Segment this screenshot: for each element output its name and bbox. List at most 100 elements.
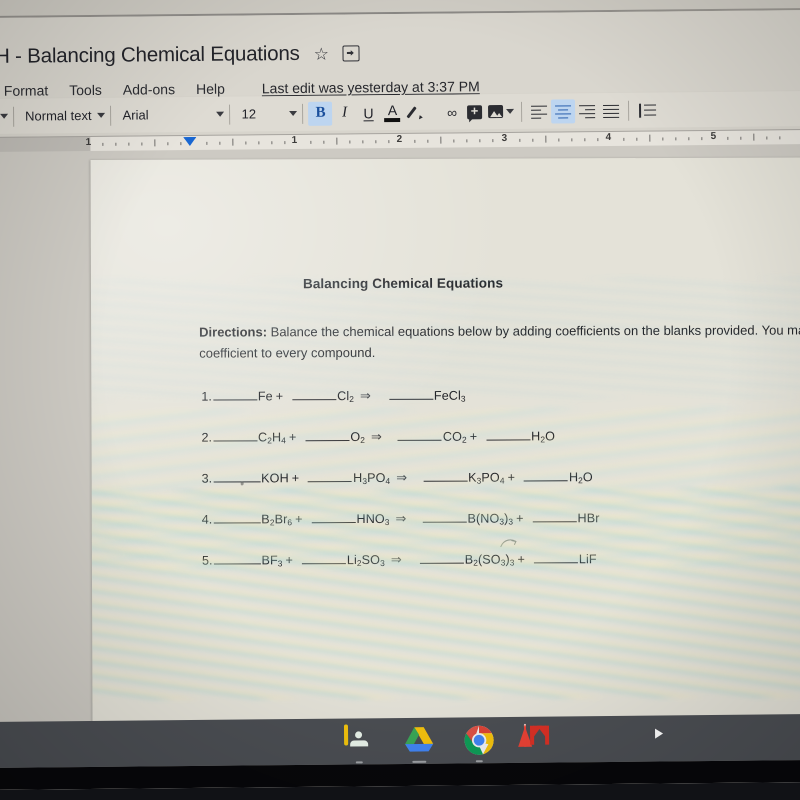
yields-arrow: ⇒ <box>359 387 371 404</box>
formula-HBr: HBr <box>577 511 600 526</box>
menu-item-format[interactable]: Format <box>4 82 48 98</box>
menu-item-help[interactable]: Help <box>196 81 225 97</box>
italic-label: I <box>341 104 348 121</box>
coefficient-blank[interactable] <box>532 509 577 523</box>
font-size-dropdown[interactable]: 12 <box>235 102 298 125</box>
move-to-folder-icon[interactable] <box>342 45 360 62</box>
align-left-icon <box>531 105 548 119</box>
document-page[interactable]: Balancing Chemical Equations Directions:… <box>90 157 800 745</box>
ruler-number: 1 <box>85 136 92 149</box>
directions-text: Balance the chemical equations below by … <box>199 322 800 361</box>
highlighter-pen-icon <box>408 104 424 120</box>
text-color-swatch <box>384 117 401 122</box>
coefficient-blank[interactable] <box>305 428 350 442</box>
coefficient-blank[interactable] <box>423 468 468 482</box>
shelf-item-youtube[interactable] <box>644 723 674 753</box>
equation-row[interactable]: 2. C2H4 + O2 ⇒ CO2 + H2O <box>201 426 800 449</box>
shelf-item-google-docs[interactable] <box>584 724 614 754</box>
screen-photo: AH - Balancing Chemical Equations ☆ Form… <box>0 0 800 800</box>
page-title[interactable]: AH - Balancing Chemical Equations <box>0 42 300 69</box>
equation-number: 2. <box>201 430 213 445</box>
coefficient-blank[interactable] <box>486 427 531 441</box>
coefficient-blank[interactable] <box>311 510 356 524</box>
plus-sign: + <box>295 512 303 527</box>
text-color-letter: A <box>387 101 398 118</box>
yields-arrow: ⇒ <box>395 510 407 526</box>
coefficient-blank[interactable] <box>212 387 257 401</box>
bold-label: B <box>315 104 326 121</box>
ruler-number: 2 <box>396 133 403 146</box>
shelf-item-gmail[interactable] <box>523 723 554 755</box>
formula-H2O: H2O <box>531 429 556 445</box>
coefficient-blank[interactable] <box>397 427 442 441</box>
formula-CO2: CO2 <box>442 429 467 445</box>
coefficient-blank[interactable] <box>388 386 433 400</box>
running-indicator <box>412 760 427 763</box>
paper-speck <box>240 481 244 486</box>
insert-link-button[interactable]: ∞ <box>438 100 462 124</box>
coefficient-blank[interactable] <box>212 428 258 442</box>
formula-Li2SO3: Li2SO3 <box>346 552 385 569</box>
text-color-button[interactable]: A <box>380 100 404 124</box>
shelf-item-google-chrome[interactable] <box>464 725 494 763</box>
formula-HNO3: HNO3 <box>356 511 390 527</box>
toolbar-divider <box>110 105 112 126</box>
bold-button[interactable]: B <box>308 101 333 126</box>
equation-row[interactable]: 3. KOH + H3PO4 ⇒ K3PO4 + H2O <box>202 467 800 490</box>
ruler-number: 4 <box>605 131 612 144</box>
equation-row[interactable]: 1. Fe + Cl2 ⇒ FeCl3 <box>201 385 800 408</box>
undo-caret-icon[interactable] <box>0 113 9 119</box>
font-size-label: 12 <box>241 106 257 122</box>
google-drive-icon <box>405 727 434 752</box>
line-spacing-button[interactable] <box>634 98 660 122</box>
google-chrome-icon <box>464 725 494 755</box>
coefficient-blank[interactable] <box>533 550 578 564</box>
coefficient-blank[interactable] <box>213 510 261 524</box>
coefficient-blank[interactable] <box>213 551 261 565</box>
align-justify-icon <box>603 104 620 119</box>
paragraph-style-label: Normal text <box>25 107 92 124</box>
highlight-color-button[interactable] <box>404 100 428 124</box>
star-icon[interactable]: ☆ <box>314 44 329 63</box>
formula-Cl2: Cl2 <box>337 389 355 405</box>
formula-FeCl3: FeCl3 <box>433 388 466 404</box>
plus-sign: + <box>469 429 478 444</box>
equation-number: 1. <box>201 389 212 404</box>
chevron-down-icon <box>289 110 298 117</box>
coefficient-blank[interactable] <box>308 469 353 483</box>
shelf-item-google-classroom[interactable] <box>343 724 374 764</box>
ruler-number: 5 <box>710 130 717 143</box>
equation-row[interactable]: 4. B2Br6 + HNO3 ⇒ B(NO3)3 + HBr <box>202 508 800 531</box>
equation-row[interactable]: 5. BF3 + Li2SO3 ⇒ B2(SO3)3 + LiF <box>202 549 800 572</box>
menu-item-addons[interactable]: Add-ons <box>123 81 175 97</box>
coefficient-blank[interactable] <box>422 509 467 523</box>
text-color-icon: A <box>383 102 401 122</box>
yields-arrow: ⇒ <box>390 551 402 567</box>
docs-header: AH - Balancing Chemical Equations ☆ Form… <box>0 10 800 99</box>
formula-Fe: Fe <box>257 389 273 404</box>
coefficient-blank[interactable] <box>292 387 337 401</box>
align-justify-button[interactable] <box>599 98 623 122</box>
insert-image-button[interactable] <box>486 99 516 123</box>
paragraph-style-dropdown[interactable]: Normal text <box>19 104 106 127</box>
add-comment-button[interactable] <box>462 100 486 124</box>
document-body[interactable]: Balancing Chemical Equations Directions:… <box>90 157 800 745</box>
coefficient-blank[interactable] <box>213 469 261 483</box>
coefficient-blank[interactable] <box>301 551 346 565</box>
coefficient-blank[interactable] <box>419 550 464 564</box>
shelf-item-google-drive[interactable] <box>404 726 434 763</box>
toolbar-divider <box>302 103 304 124</box>
coefficient-blank[interactable] <box>523 468 568 482</box>
formatting-toolbar: Normal text Arial 12 B I U A ∞ + <box>0 91 800 134</box>
font-family-dropdown[interactable]: Arial <box>116 103 225 126</box>
formula-B2-SO3-3: B2(SO3)3 <box>464 552 515 568</box>
align-right-button[interactable] <box>575 99 599 123</box>
align-center-button[interactable] <box>551 98 576 124</box>
menu-item-tools[interactable]: Tools <box>69 82 102 98</box>
underline-button[interactable]: U <box>356 101 380 125</box>
italic-button[interactable]: I <box>332 101 356 125</box>
align-left-button[interactable] <box>527 99 551 123</box>
ruler-number: 1 <box>291 134 298 147</box>
ruler-number: 3 <box>501 132 508 145</box>
plus-sign: + <box>288 430 297 445</box>
